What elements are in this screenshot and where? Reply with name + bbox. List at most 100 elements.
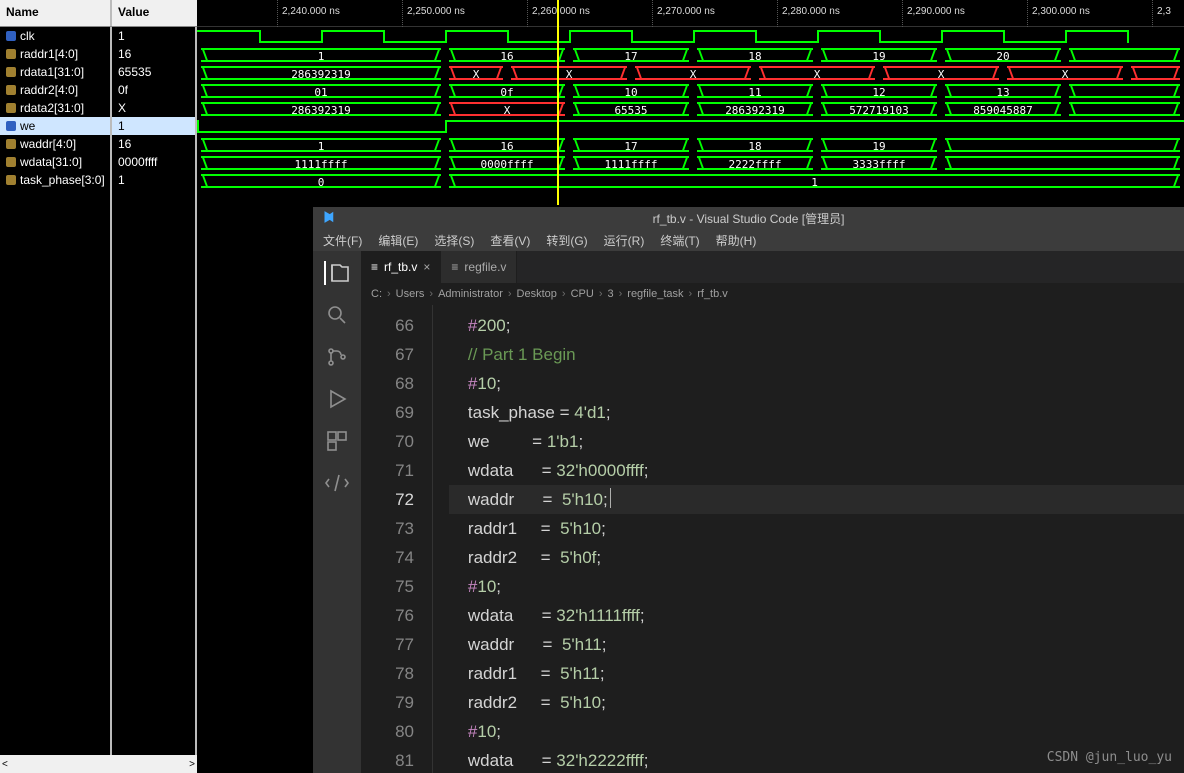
menu-item[interactable]: 查看(V)	[486, 230, 534, 251]
signal-value-column[interactable]: 116655350fX1160000ffff1	[112, 27, 197, 755]
code-line[interactable]: #10;	[449, 369, 1184, 398]
menu-item[interactable]: 编辑(E)	[374, 230, 422, 251]
wave-row[interactable]: 286392319X655352863923195727191038590458…	[197, 99, 1184, 117]
signal-value[interactable]: 1	[112, 171, 195, 189]
line-number[interactable]: 79	[361, 688, 414, 717]
line-number[interactable]: 78	[361, 659, 414, 688]
extensions-icon[interactable]	[325, 429, 349, 453]
menu-item[interactable]: 运行(R)	[600, 230, 649, 251]
line-number[interactable]: 69	[361, 398, 414, 427]
signal-value[interactable]: 65535	[112, 63, 195, 81]
vscode-editor[interactable]: 6667686970717273747576777879808182 #200;…	[361, 305, 1184, 773]
menu-item[interactable]: 终端(T)	[656, 230, 703, 251]
code-line[interactable]: wdata = 32'h1111ffff;	[449, 601, 1184, 630]
line-number[interactable]: 71	[361, 456, 414, 485]
breadcrumb-item[interactable]: 3	[607, 288, 613, 300]
signal-row[interactable]: task_phase[3:0]	[0, 171, 110, 189]
wave-row[interactable]	[197, 117, 1184, 135]
code-line[interactable]: raddr2 = 5'h0f;	[449, 543, 1184, 572]
search-icon[interactable]	[325, 303, 349, 327]
line-number[interactable]: 80	[361, 717, 414, 746]
wave-row[interactable]: 1111ffff0000ffff1111ffff2222ffff3333ffff	[197, 153, 1184, 171]
code-line[interactable]: wdata = 32'h0000ffff;	[449, 456, 1184, 485]
signal-value[interactable]: 0000ffff	[112, 153, 195, 171]
line-number[interactable]: 77	[361, 630, 414, 659]
wave-row[interactable]: 01	[197, 171, 1184, 189]
waveform-pane[interactable]: 2,240.000 ns2,250.000 ns2,260.000 ns2,27…	[197, 0, 1184, 205]
signal-row[interactable]: clk	[0, 27, 110, 45]
line-number[interactable]: 72	[361, 485, 414, 514]
menu-item[interactable]: 帮助(H)	[712, 230, 761, 251]
remote-icon[interactable]	[325, 471, 349, 495]
signal-value[interactable]: 1	[112, 27, 195, 45]
breadcrumb-item[interactable]: Desktop	[517, 288, 557, 300]
signal-scroll-name[interactable]: <>	[0, 755, 197, 773]
code-line[interactable]: // Part 1 Begin	[449, 340, 1184, 369]
vscode-titlebar[interactable]: rf_tb.v - Visual Studio Code [管理员]	[313, 207, 1184, 229]
breadcrumb-item[interactable]: Users	[396, 288, 425, 300]
code-line[interactable]: #200;	[449, 311, 1184, 340]
wave-row[interactable]: 010f10111213	[197, 81, 1184, 99]
explorer-icon[interactable]	[324, 261, 348, 285]
line-number[interactable]: 68	[361, 369, 414, 398]
vscode-menubar[interactable]: 文件(F) 编辑(E) 选择(S) 查看(V) 转到(G) 运行(R) 终端(T) 帮助(H)	[313, 229, 1184, 251]
signal-row[interactable]: wdata[31:0]	[0, 153, 110, 171]
line-number[interactable]: 76	[361, 601, 414, 630]
signal-value[interactable]: 16	[112, 45, 195, 63]
signal-row[interactable]: we	[0, 117, 110, 135]
code-line[interactable]: task_phase = 4'd1;	[449, 398, 1184, 427]
signal-row[interactable]: rdata1[31:0]	[0, 63, 110, 81]
vscode-activity-bar[interactable]	[313, 251, 361, 773]
wave-cursor[interactable]	[557, 0, 559, 205]
code-line[interactable]: #10;	[449, 572, 1184, 601]
code-line[interactable]: we = 1'b1;	[449, 427, 1184, 456]
vscode-breadcrumb[interactable]: C:›Users›Administrator›Desktop›CPU›3›reg…	[361, 283, 1184, 305]
signal-name-column[interactable]: clkraddr1[4:0]rdata1[31:0]raddr2[4:0]rda…	[0, 27, 112, 755]
breadcrumb-item[interactable]: rf_tb.v	[697, 288, 728, 300]
line-number[interactable]: 73	[361, 514, 414, 543]
editor-tab[interactable]: ≡regfile.v	[441, 251, 517, 283]
signal-row[interactable]: rdata2[31:0]	[0, 99, 110, 117]
waveform-rows[interactable]: 11617181920286392319XXXXXX010f1011121328…	[197, 27, 1184, 189]
time-ruler[interactable]: 2,240.000 ns2,250.000 ns2,260.000 ns2,27…	[197, 0, 1184, 27]
line-number[interactable]: 75	[361, 572, 414, 601]
line-number[interactable]: 66	[361, 311, 414, 340]
signal-row[interactable]: raddr2[4:0]	[0, 81, 110, 99]
signal-header-name[interactable]: Name	[0, 0, 112, 26]
code-line[interactable]: raddr1 = 5'h10;	[449, 514, 1184, 543]
breadcrumb-item[interactable]: Administrator	[438, 288, 503, 300]
signal-value[interactable]: 0f	[112, 81, 195, 99]
signal-header-value[interactable]: Value	[112, 0, 197, 26]
source-control-icon[interactable]	[325, 345, 349, 369]
line-number[interactable]: 74	[361, 543, 414, 572]
close-icon[interactable]: ×	[423, 260, 430, 274]
line-number[interactable]: 70	[361, 427, 414, 456]
code-line[interactable]: #10;	[449, 717, 1184, 746]
wave-row[interactable]: 286392319XXXXXX	[197, 63, 1184, 81]
signal-row[interactable]: raddr1[4:0]	[0, 45, 110, 63]
code-area[interactable]: #200; // Part 1 Begin #10; task_phase = …	[433, 305, 1184, 773]
run-debug-icon[interactable]	[325, 387, 349, 411]
breadcrumb-item[interactable]: CPU	[571, 288, 594, 300]
breadcrumb-item[interactable]: C:	[371, 288, 382, 300]
line-number[interactable]: 67	[361, 340, 414, 369]
breadcrumb-item[interactable]: regfile_task	[627, 288, 683, 300]
code-line[interactable]: raddr1 = 5'h11;	[449, 659, 1184, 688]
vscode-tabstrip[interactable]: ≡rf_tb.v×≡regfile.v	[361, 251, 1184, 283]
wave-row[interactable]: 11617181920	[197, 45, 1184, 63]
line-number[interactable]: 81	[361, 746, 414, 773]
code-line[interactable]: waddr = 5'h11;	[449, 630, 1184, 659]
menu-item[interactable]: 文件(F)	[319, 230, 366, 251]
editor-tab[interactable]: ≡rf_tb.v×	[361, 251, 441, 283]
wave-row[interactable]: 116171819	[197, 135, 1184, 153]
code-line[interactable]: raddr2 = 5'h10;	[449, 688, 1184, 717]
code-line[interactable]: waddr = 5'h10;	[449, 485, 1184, 514]
menu-item[interactable]: 转到(G)	[542, 230, 591, 251]
signal-row[interactable]: waddr[4:0]	[0, 135, 110, 153]
menu-item[interactable]: 选择(S)	[430, 230, 478, 251]
signal-value[interactable]: 1	[112, 117, 195, 135]
signal-value[interactable]: X	[112, 99, 195, 117]
wave-row[interactable]	[197, 27, 1184, 45]
line-gutter[interactable]: 6667686970717273747576777879808182	[361, 305, 433, 773]
signal-value[interactable]: 16	[112, 135, 195, 153]
